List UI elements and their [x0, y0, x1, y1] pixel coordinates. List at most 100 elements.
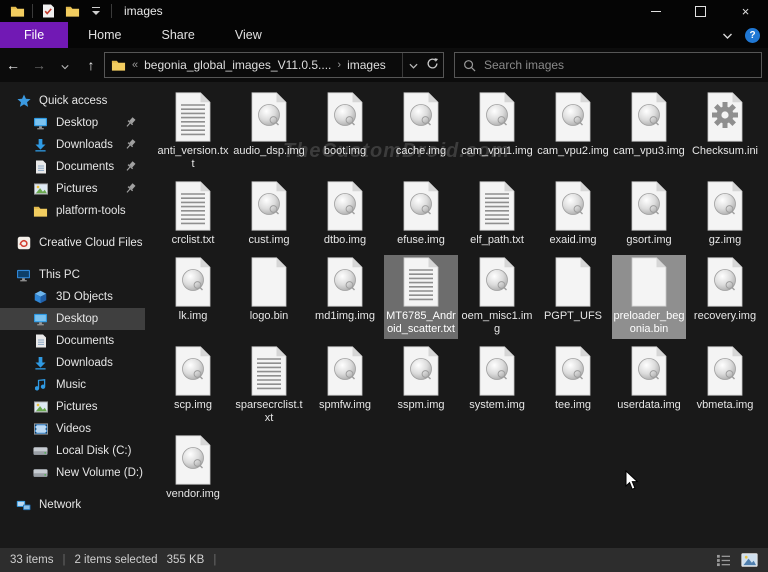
- sidebar-item-platform-tools[interactable]: platform-tools: [0, 200, 145, 222]
- breadcrumb-current[interactable]: images: [347, 58, 386, 72]
- recent-locations-icon[interactable]: [52, 57, 78, 73]
- file-name: oem_misc1.img: [461, 310, 533, 336]
- help-icon[interactable]: ?: [745, 28, 760, 43]
- file-item[interactable]: boot.img: [308, 90, 382, 161]
- sidebar-item-desktop[interactable]: Desktop: [0, 308, 145, 330]
- file-item[interactable]: cam_vpu1.img: [460, 90, 534, 161]
- file-item[interactable]: recovery.img: [688, 255, 762, 326]
- file-type-img-icon: [629, 92, 669, 142]
- properties-icon[interactable]: [39, 2, 57, 20]
- breadcrumb-separator[interactable]: ›: [337, 59, 341, 71]
- file-item[interactable]: logo.bin: [232, 255, 306, 326]
- sidebar-item-local-disk-c-[interactable]: Local Disk (C:): [0, 440, 145, 462]
- file-item[interactable]: anti_version.txt: [156, 90, 230, 174]
- sidebar-item-new-volume-d-[interactable]: New Volume (D:): [0, 462, 145, 484]
- file-type-img-icon: [705, 181, 745, 231]
- file-name: cam_vpu3.img: [613, 145, 685, 158]
- file-name: lk.img: [157, 310, 229, 323]
- file-item[interactable]: lk.img: [156, 255, 230, 326]
- large-icons-view-button[interactable]: [741, 553, 758, 567]
- forward-button[interactable]: →: [26, 57, 52, 73]
- file-item[interactable]: vendor.img: [156, 433, 230, 504]
- ribbon-right-controls: ?: [722, 22, 760, 48]
- ribbon-tabs: FileHomeShareView: [0, 22, 768, 48]
- sidebar-item-documents[interactable]: Documents: [0, 156, 145, 178]
- file-type-txt-icon: [477, 181, 517, 231]
- file-item[interactable]: dtbo.img: [308, 179, 382, 250]
- file-item[interactable]: spmfw.img: [308, 344, 382, 415]
- file-item[interactable]: md1img.img: [308, 255, 382, 326]
- details-view-button[interactable]: [716, 554, 731, 567]
- file-item[interactable]: cam_vpu3.img: [612, 90, 686, 161]
- sidebar-item-documents[interactable]: Documents: [0, 330, 145, 352]
- file-item[interactable]: cache.img: [384, 90, 458, 161]
- tab-home[interactable]: Home: [68, 22, 141, 48]
- file-name: userdata.img: [613, 399, 685, 412]
- file-list-pane[interactable]: TheCustomDroid.com anti_version.txtaudio…: [145, 82, 768, 548]
- sidebar-item-downloads[interactable]: Downloads: [0, 134, 145, 156]
- sidebar-item-pictures[interactable]: Pictures: [0, 178, 145, 200]
- minimize-button[interactable]: [633, 0, 678, 22]
- up-button[interactable]: ↑: [78, 57, 104, 73]
- file-item[interactable]: cam_vpu2.img: [536, 90, 610, 161]
- breadcrumb: « begonia_global_images_V11.0.5.... › im…: [132, 58, 402, 72]
- file-item[interactable]: efuse.img: [384, 179, 458, 250]
- sidebar-item-downloads[interactable]: Downloads: [0, 352, 145, 374]
- file-item[interactable]: elf_path.txt: [460, 179, 534, 250]
- document-icon: [33, 160, 48, 175]
- refresh-icon[interactable]: [426, 57, 439, 73]
- sidebar-item-network[interactable]: Network: [0, 494, 145, 516]
- file-item[interactable]: preloader_begonia.bin: [612, 255, 686, 339]
- breadcrumb-truncation[interactable]: «: [132, 59, 138, 71]
- file-item[interactable]: sparsecrclist.txt: [232, 344, 306, 428]
- file-item[interactable]: oem_misc1.img: [460, 255, 534, 339]
- sidebar-item-videos[interactable]: Videos: [0, 418, 145, 440]
- file-item[interactable]: vbmeta.img: [688, 344, 762, 415]
- file-item[interactable]: crclist.txt: [156, 179, 230, 250]
- sidebar-item-music[interactable]: Music: [0, 374, 145, 396]
- sidebar-item-pictures[interactable]: Pictures: [0, 396, 145, 418]
- file-name: Checksum.ini: [689, 145, 761, 158]
- file-type-txt-icon: [173, 92, 213, 142]
- file-item[interactable]: audio_dsp.img: [232, 90, 306, 161]
- file-name: MT6785_Android_scatter.txt: [385, 310, 457, 336]
- sidebar-item-label: Downloads: [56, 357, 113, 369]
- sidebar-item-creative-cloud-files[interactable]: Creative Cloud Files: [0, 232, 145, 254]
- search-box[interactable]: Search images: [454, 52, 762, 78]
- file-item[interactable]: gz.img: [688, 179, 762, 250]
- file-item[interactable]: Checksum.ini: [688, 90, 762, 161]
- breadcrumb-parent[interactable]: begonia_global_images_V11.0.5....: [144, 58, 331, 72]
- file-name: spmfw.img: [309, 399, 381, 412]
- customize-toolbar-icon[interactable]: [87, 2, 105, 20]
- maximize-button[interactable]: [678, 0, 723, 22]
- download-icon: [33, 356, 48, 371]
- file-item[interactable]: scp.img: [156, 344, 230, 415]
- close-button[interactable]: ×: [723, 0, 768, 22]
- file-type-img-icon: [629, 181, 669, 231]
- address-tools: [402, 53, 439, 77]
- file-item[interactable]: cust.img: [232, 179, 306, 250]
- file-item[interactable]: sspm.img: [384, 344, 458, 415]
- file-item[interactable]: tee.img: [536, 344, 610, 415]
- tab-view[interactable]: View: [215, 22, 282, 48]
- tab-share[interactable]: Share: [142, 22, 215, 48]
- sidebar-item-this-pc[interactable]: This PC: [0, 264, 145, 286]
- status-bar: 33 items | 2 items selected 355 KB |: [0, 548, 768, 572]
- file-item[interactable]: system.img: [460, 344, 534, 415]
- file-item[interactable]: exaid.img: [536, 179, 610, 250]
- new-folder-icon[interactable]: [63, 2, 81, 20]
- file-item[interactable]: MT6785_Android_scatter.txt: [384, 255, 458, 339]
- tab-file[interactable]: File: [0, 22, 68, 48]
- sidebar-item-desktop[interactable]: Desktop: [0, 112, 145, 134]
- file-type-img-icon: [477, 257, 517, 307]
- address-box[interactable]: « begonia_global_images_V11.0.5.... › im…: [104, 52, 444, 78]
- sidebar-item-quick-access[interactable]: Quick access: [0, 90, 145, 112]
- file-item[interactable]: gsort.img: [612, 179, 686, 250]
- download-icon: [33, 138, 48, 153]
- address-dropdown-icon[interactable]: [409, 58, 418, 72]
- sidebar-item-3d-objects[interactable]: 3D Objects: [0, 286, 145, 308]
- file-item[interactable]: userdata.img: [612, 344, 686, 415]
- file-item[interactable]: PGPT_UFS: [536, 255, 610, 326]
- back-button[interactable]: ←: [0, 57, 26, 73]
- expand-ribbon-icon[interactable]: [722, 26, 733, 44]
